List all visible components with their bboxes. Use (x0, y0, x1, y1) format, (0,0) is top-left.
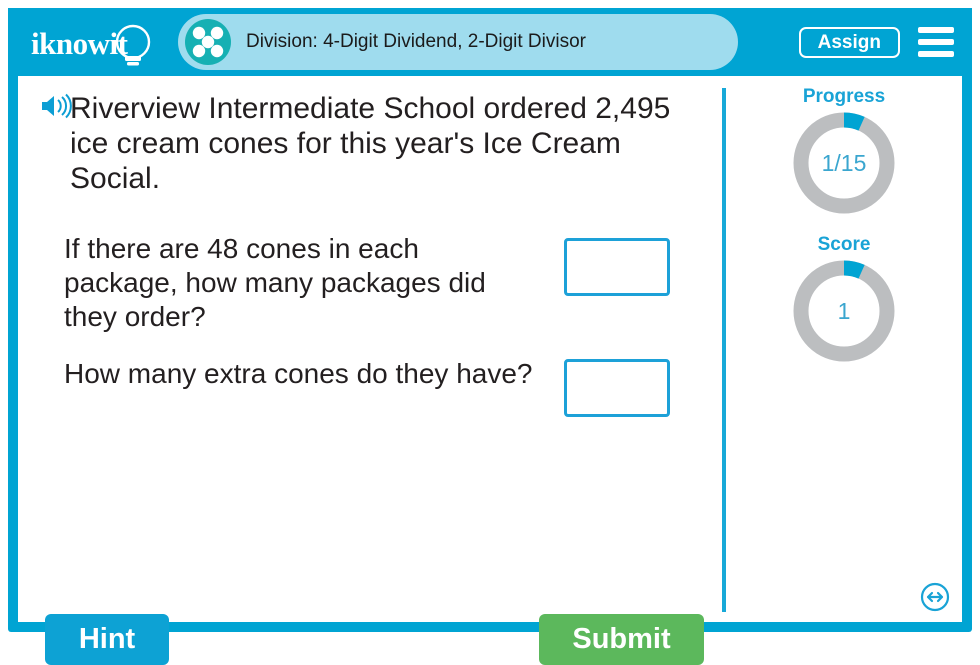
progress-meter: Progress 1/15 (774, 86, 914, 215)
iknowit-logo[interactable]: iknowit (28, 18, 173, 70)
question-part-2-text: How many extra cones do they have? (64, 358, 533, 389)
lesson-title: Division: 4-Digit Dividend, 2-Digit Divi… (246, 31, 586, 52)
assign-button[interactable]: Assign (798, 27, 900, 58)
question-part-1-text: If there are 48 cones in each package, h… (64, 233, 486, 332)
app-header: iknowit Division: 4-Digit Dividend, 2-Di… (8, 8, 972, 76)
answer-input-1[interactable] (564, 238, 670, 296)
hamburger-bar (918, 27, 954, 33)
score-meter: Score 1 (774, 234, 914, 363)
hamburger-bar (918, 51, 954, 57)
content-area: Riverview Intermediate School ordered 2,… (18, 76, 962, 665)
answer-input-2[interactable] (564, 359, 670, 417)
progress-value: 1/15 (821, 149, 867, 176)
progress-label: Progress (802, 86, 886, 107)
resize-horizontal-icon[interactable] (920, 582, 950, 612)
progress-donut: 1/15 (792, 111, 896, 215)
question-panel: Riverview Intermediate School ordered 2,… (18, 76, 722, 665)
hamburger-menu-icon[interactable] (918, 27, 954, 57)
app-frame: iknowit Division: 4-Digit Dividend, 2-Di… (8, 8, 972, 665)
speaker-audio-icon[interactable] (40, 93, 72, 119)
score-value: 1 (837, 297, 851, 324)
question-stem: Riverview Intermediate School ordered 2,… (70, 92, 671, 195)
question-part-1: If there are 48 cones in each package, h… (64, 232, 714, 334)
hamburger-bar (918, 39, 954, 45)
question-part-2: How many extra cones do they have? (64, 357, 714, 417)
score-donut: 1 (792, 259, 896, 363)
five-dot-circle-icon (185, 19, 231, 65)
lesson-title-band: Division: 4-Digit Dividend, 2-Digit Divi… (178, 14, 738, 70)
score-label: Score (817, 234, 871, 255)
status-sidebar: Progress 1/15 Score 1 (726, 76, 962, 622)
lightbulb-icon (115, 24, 151, 66)
